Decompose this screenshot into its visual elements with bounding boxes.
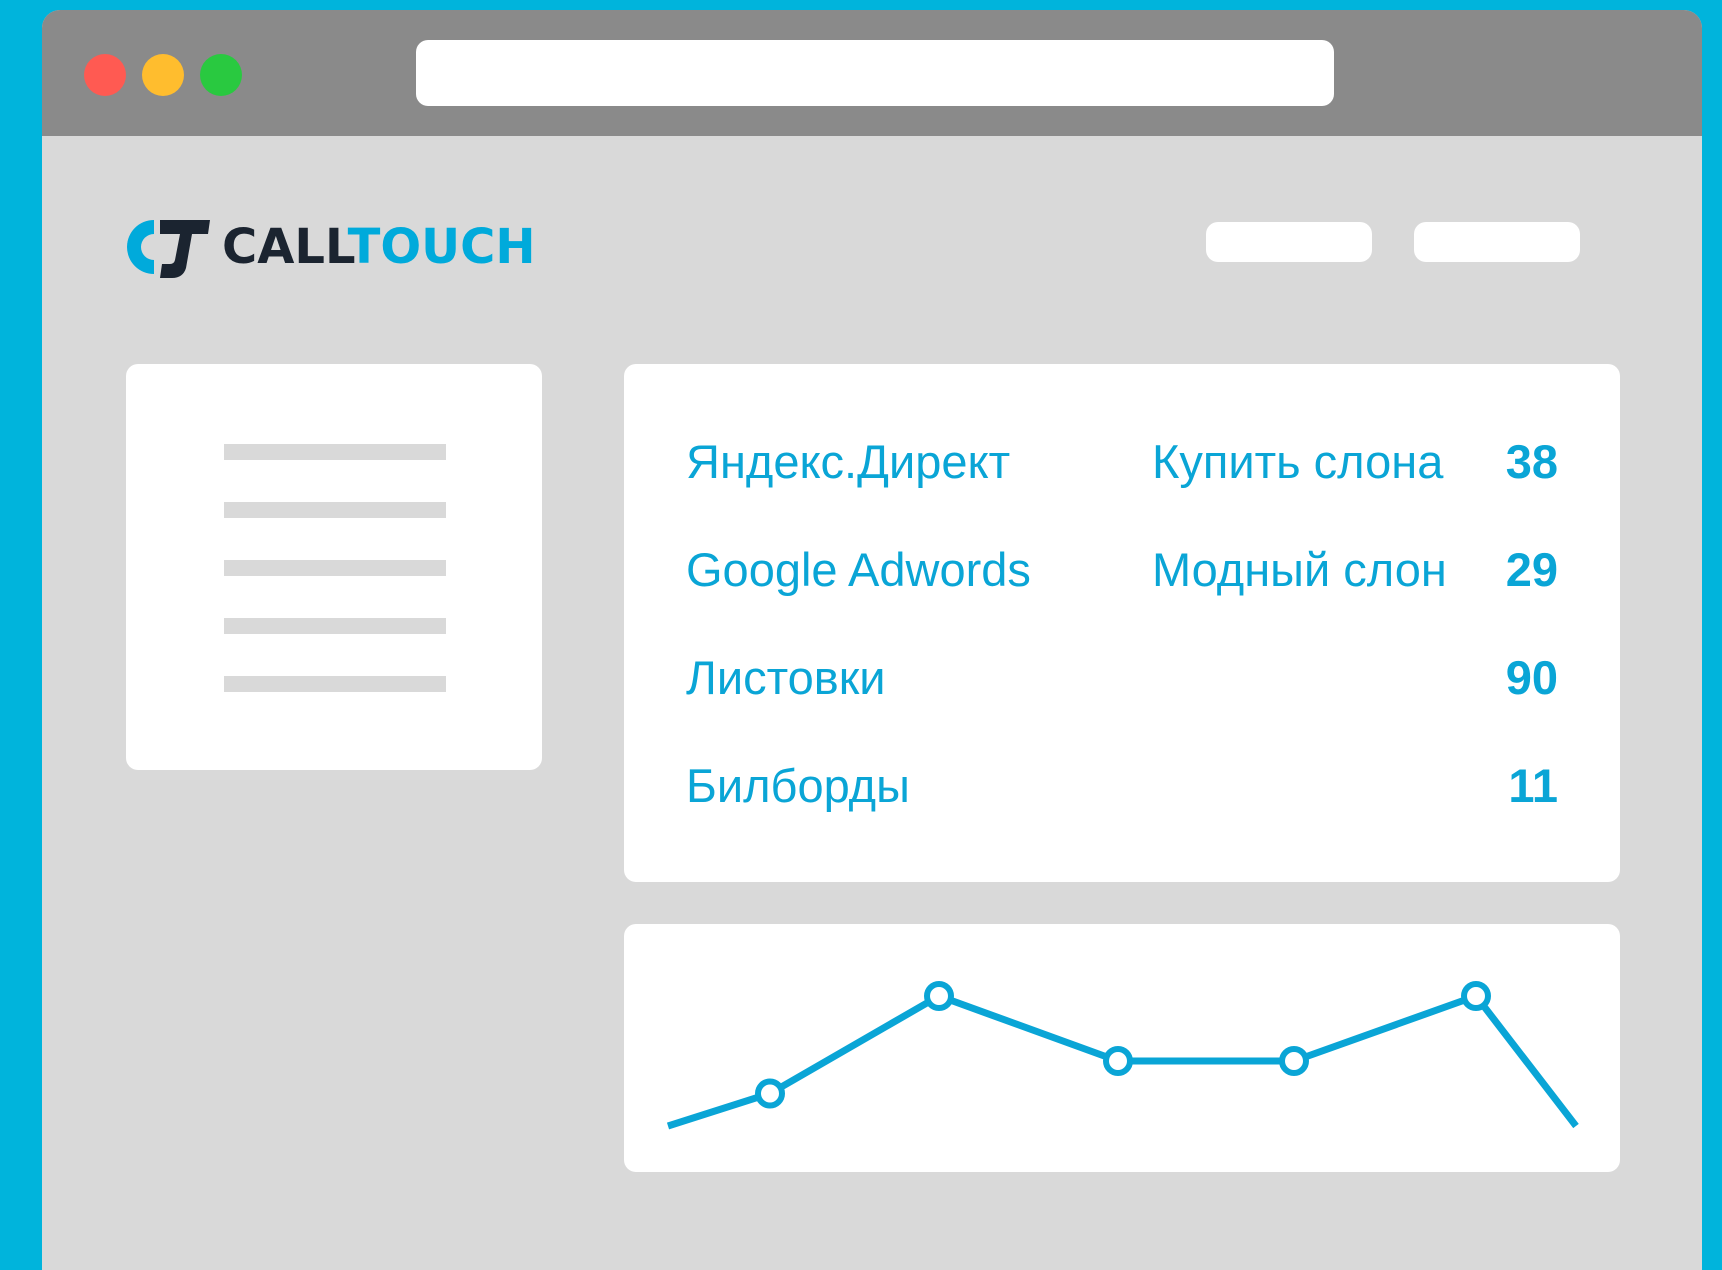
chart-data-point[interactable] bbox=[924, 981, 954, 1011]
table-row[interactable]: Билборды 11 bbox=[686, 756, 1558, 816]
logo-wordmark-call: CALL bbox=[222, 219, 348, 275]
header-button-1[interactable] bbox=[1206, 222, 1372, 262]
chart-data-point[interactable] bbox=[1279, 1046, 1309, 1076]
menu-line-2[interactable] bbox=[224, 502, 446, 518]
calltouch-logo[interactable]: CALLTOUCH bbox=[124, 212, 536, 282]
chart-data-point[interactable] bbox=[1103, 1046, 1133, 1076]
menu-line-3[interactable] bbox=[224, 560, 446, 576]
close-window-dot[interactable] bbox=[84, 54, 126, 96]
logo-wordmark-touch: TOUCH bbox=[347, 219, 536, 275]
row-count: 11 bbox=[1508, 759, 1558, 812]
address-bar[interactable] bbox=[416, 40, 1334, 106]
table-row[interactable]: Google Adwords Модный слон 29 bbox=[686, 540, 1558, 600]
menu-line-5[interactable] bbox=[224, 676, 446, 692]
menu-line-4[interactable] bbox=[224, 618, 446, 634]
row-source: Билборды bbox=[686, 759, 910, 812]
chart-data-point[interactable] bbox=[1461, 981, 1491, 1011]
row-campaign: Купить слона bbox=[1152, 435, 1444, 488]
row-source: Google Adwords bbox=[686, 543, 1031, 596]
table-row[interactable]: Листовки 90 bbox=[686, 648, 1558, 708]
sidebar-menu-card bbox=[126, 364, 542, 770]
row-count: 29 bbox=[1505, 543, 1558, 596]
table-row[interactable]: Яндекс.Директ Купить слона 38 bbox=[686, 432, 1558, 492]
logo-wordmark: CALLTOUCH bbox=[222, 212, 536, 282]
browser-titlebar bbox=[42, 10, 1702, 136]
header-button-2[interactable] bbox=[1414, 222, 1580, 262]
row-count: 38 bbox=[1505, 435, 1558, 488]
row-source: Листовки bbox=[686, 651, 886, 704]
sources-table-card: Яндекс.Директ Купить слона 38 Google Adw… bbox=[624, 364, 1620, 882]
menu-line-1[interactable] bbox=[224, 444, 446, 460]
zoom-window-dot[interactable] bbox=[200, 54, 242, 96]
row-count: 90 bbox=[1505, 651, 1558, 704]
line-chart bbox=[666, 981, 1579, 1130]
chart-data-point[interactable] bbox=[755, 1078, 785, 1109]
calltouch-logo-icon bbox=[127, 220, 210, 278]
line-chart-card bbox=[624, 924, 1620, 1172]
minimize-window-dot[interactable] bbox=[142, 54, 184, 96]
row-campaign: Модный слон bbox=[1152, 543, 1447, 596]
row-source: Яндекс.Директ bbox=[686, 435, 1011, 488]
